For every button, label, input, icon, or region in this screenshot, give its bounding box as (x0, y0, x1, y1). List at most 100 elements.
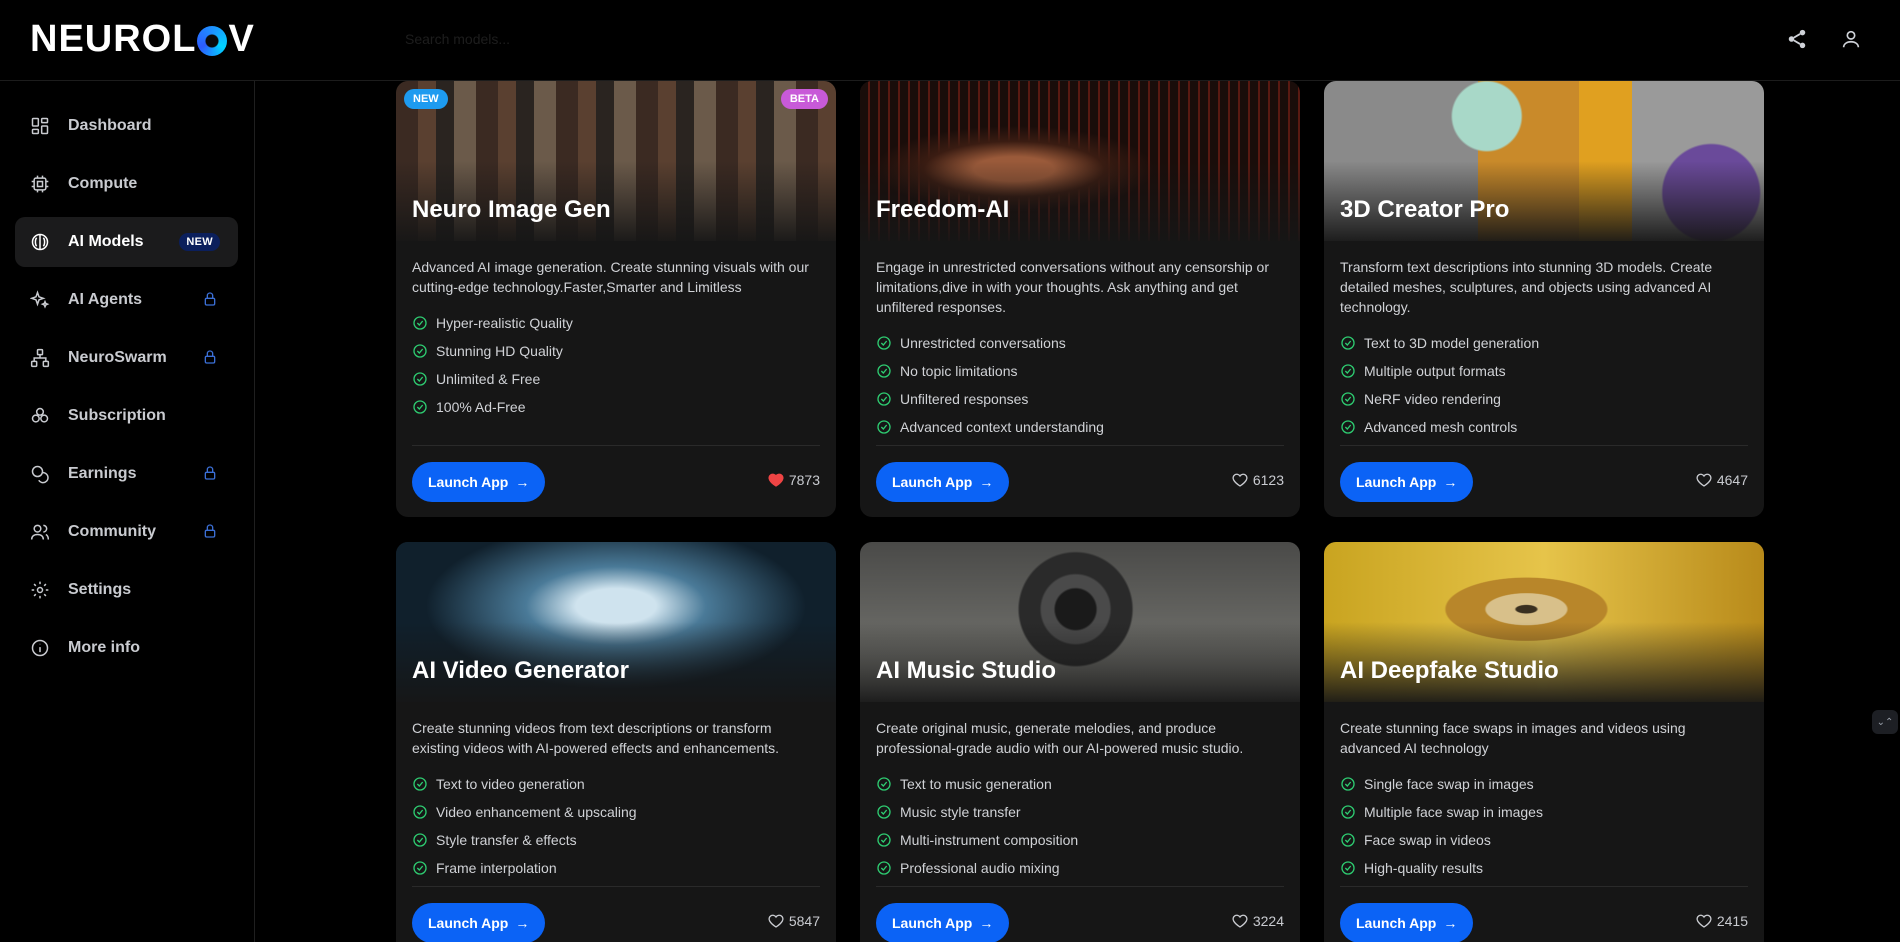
sidebar-item-label: Settings (68, 581, 132, 598)
feature-text: 100% Ad-Free (436, 399, 526, 415)
check-circle-icon (1341, 861, 1355, 875)
check-circle-icon (1341, 336, 1355, 350)
lock-icon (202, 464, 220, 482)
sidebar-item-dashboard[interactable]: Dashboard (15, 101, 238, 151)
card-title: Freedom-AI (876, 196, 1010, 223)
feature-item: No topic limitations (876, 357, 1104, 385)
heart-filled-icon (768, 473, 784, 487)
share-icon[interactable] (1784, 26, 1810, 52)
check-circle-icon (877, 833, 891, 847)
check-circle-icon (413, 316, 427, 330)
check-circle-icon (877, 777, 891, 791)
sidebar-item-compute[interactable]: Compute (15, 159, 238, 209)
sidebar-item-label: AI Models (68, 233, 144, 250)
like-count: 7873 (788, 472, 820, 488)
card-divider (1340, 445, 1748, 446)
sidebar-item-subscription[interactable]: Subscription (15, 391, 238, 441)
sidebar-item-label: Earnings (68, 465, 137, 482)
launch-app-button[interactable]: Launch App → (1340, 462, 1474, 502)
check-circle-icon (413, 344, 427, 358)
check-circle-icon (413, 777, 427, 791)
card-divider (412, 886, 820, 887)
feature-item: Hyper-realistic Quality (412, 309, 573, 337)
feature-item: Professional audio mixing (876, 854, 1078, 882)
heart-icon (768, 914, 784, 928)
launch-app-button[interactable]: Launch App → (412, 903, 546, 942)
model-card-ai-deepfake-studio: AI Deepfake Studio Create stunning face … (1324, 542, 1764, 942)
feature-text: Face swap in videos (1364, 832, 1491, 848)
neurolov-logo[interactable]: NEURO L V (30, 18, 255, 61)
sidebar-item-ai-models[interactable]: AI Models NEW (15, 217, 238, 267)
feature-text: Music style transfer (900, 804, 1021, 820)
card-description: Create stunning videos from text descrip… (412, 720, 780, 756)
users-icon (30, 522, 50, 542)
check-circle-icon (413, 861, 427, 875)
check-circle-icon (877, 861, 891, 875)
like-button[interactable]: 4647 (1696, 472, 1748, 488)
heart-icon (1696, 914, 1712, 928)
card-description: Engage in unrestricted conversations wit… (876, 259, 1269, 315)
sidebar-item-label: Compute (68, 175, 138, 192)
sidebar-item-neuroswarm[interactable]: NeuroSwarm (15, 333, 238, 383)
sidebar-item-earnings[interactable]: Earnings (15, 449, 238, 499)
feature-item: NeRF video rendering (1340, 385, 1539, 413)
like-button[interactable]: 3224 (1232, 913, 1284, 929)
feature-text: Multiple output formats (1364, 363, 1506, 379)
launch-app-button[interactable]: Launch App → (412, 462, 546, 502)
launch-app-button[interactable]: Launch App → (876, 903, 1010, 942)
like-count: 6123 (1252, 472, 1284, 488)
like-button[interactable]: 7873 (768, 472, 820, 488)
feature-list: Single face swap in images Multiple face… (1340, 770, 1543, 882)
feature-item: Multi-instrument composition (876, 826, 1078, 854)
feature-list: Unrestricted conversations No topic limi… (876, 329, 1104, 441)
feature-item: Multiple output formats (1340, 357, 1539, 385)
feature-text: Multiple face swap in images (1364, 804, 1543, 820)
launch-label: Launch App (1356, 474, 1437, 490)
like-button[interactable]: 5847 (768, 913, 820, 929)
check-circle-icon (877, 420, 891, 434)
card-description: Create original music, generate melodies… (876, 720, 1244, 756)
sidebar-item-community[interactable]: Community (15, 507, 238, 557)
new-tag: NEW (404, 89, 448, 109)
sidebar-item-more-info[interactable]: More info (15, 623, 238, 673)
arrow-right-icon: → (515, 915, 530, 931)
feature-text: Unlimited & Free (436, 371, 541, 387)
launch-app-button[interactable]: Launch App → (1340, 903, 1474, 942)
sidebar-item-label: Dashboard (68, 117, 152, 134)
check-circle-icon (877, 805, 891, 819)
arrow-right-icon: → (979, 474, 994, 490)
launch-app-button[interactable]: Launch App → (876, 462, 1010, 502)
like-button[interactable]: 6123 (1232, 472, 1284, 488)
sparkles-icon (30, 290, 50, 310)
feature-item: Stunning HD Quality (412, 337, 573, 365)
coins-icon (30, 464, 50, 484)
launch-label: Launch App (428, 474, 509, 490)
logo-text-l: L (172, 18, 197, 60)
feature-text: Text to 3D model generation (1364, 335, 1540, 351)
feature-list: Hyper-realistic Quality Stunning HD Qual… (412, 309, 573, 421)
network-icon (30, 348, 50, 368)
feature-text: Single face swap in images (1364, 776, 1534, 792)
collapse-widget-icon[interactable]: ⌄⌃ (1872, 710, 1898, 734)
feature-item: Music style transfer (876, 798, 1078, 826)
chip-icon (30, 174, 50, 194)
card-description: Advanced AI image generation. Create stu… (412, 259, 809, 295)
search-input[interactable] (405, 26, 905, 52)
card-title: 3D Creator Pro (1340, 196, 1510, 223)
sidebar-item-ai-agents[interactable]: AI Agents (15, 275, 238, 325)
like-button[interactable]: 2415 (1696, 913, 1748, 929)
heart-icon (1232, 473, 1248, 487)
feature-text: Advanced context understanding (900, 419, 1104, 435)
feature-text: Unfiltered responses (900, 391, 1029, 407)
feature-text: Professional audio mixing (900, 860, 1060, 876)
feature-text: Unrestricted conversations (900, 335, 1066, 351)
feature-item: Style transfer & effects (412, 826, 637, 854)
sidebar-item-label: AI Agents (68, 291, 143, 308)
check-circle-icon (413, 833, 427, 847)
sidebar-item-settings[interactable]: Settings (15, 565, 238, 615)
arrow-right-icon: → (515, 474, 530, 490)
model-card-ai-video-generator: AI Video Generator Create stunning video… (396, 542, 836, 942)
feature-item: Unrestricted conversations (876, 329, 1104, 357)
user-icon[interactable] (1838, 26, 1864, 52)
model-card-3d-creator-pro: 3D Creator Pro Transform text descriptio… (1324, 81, 1764, 517)
